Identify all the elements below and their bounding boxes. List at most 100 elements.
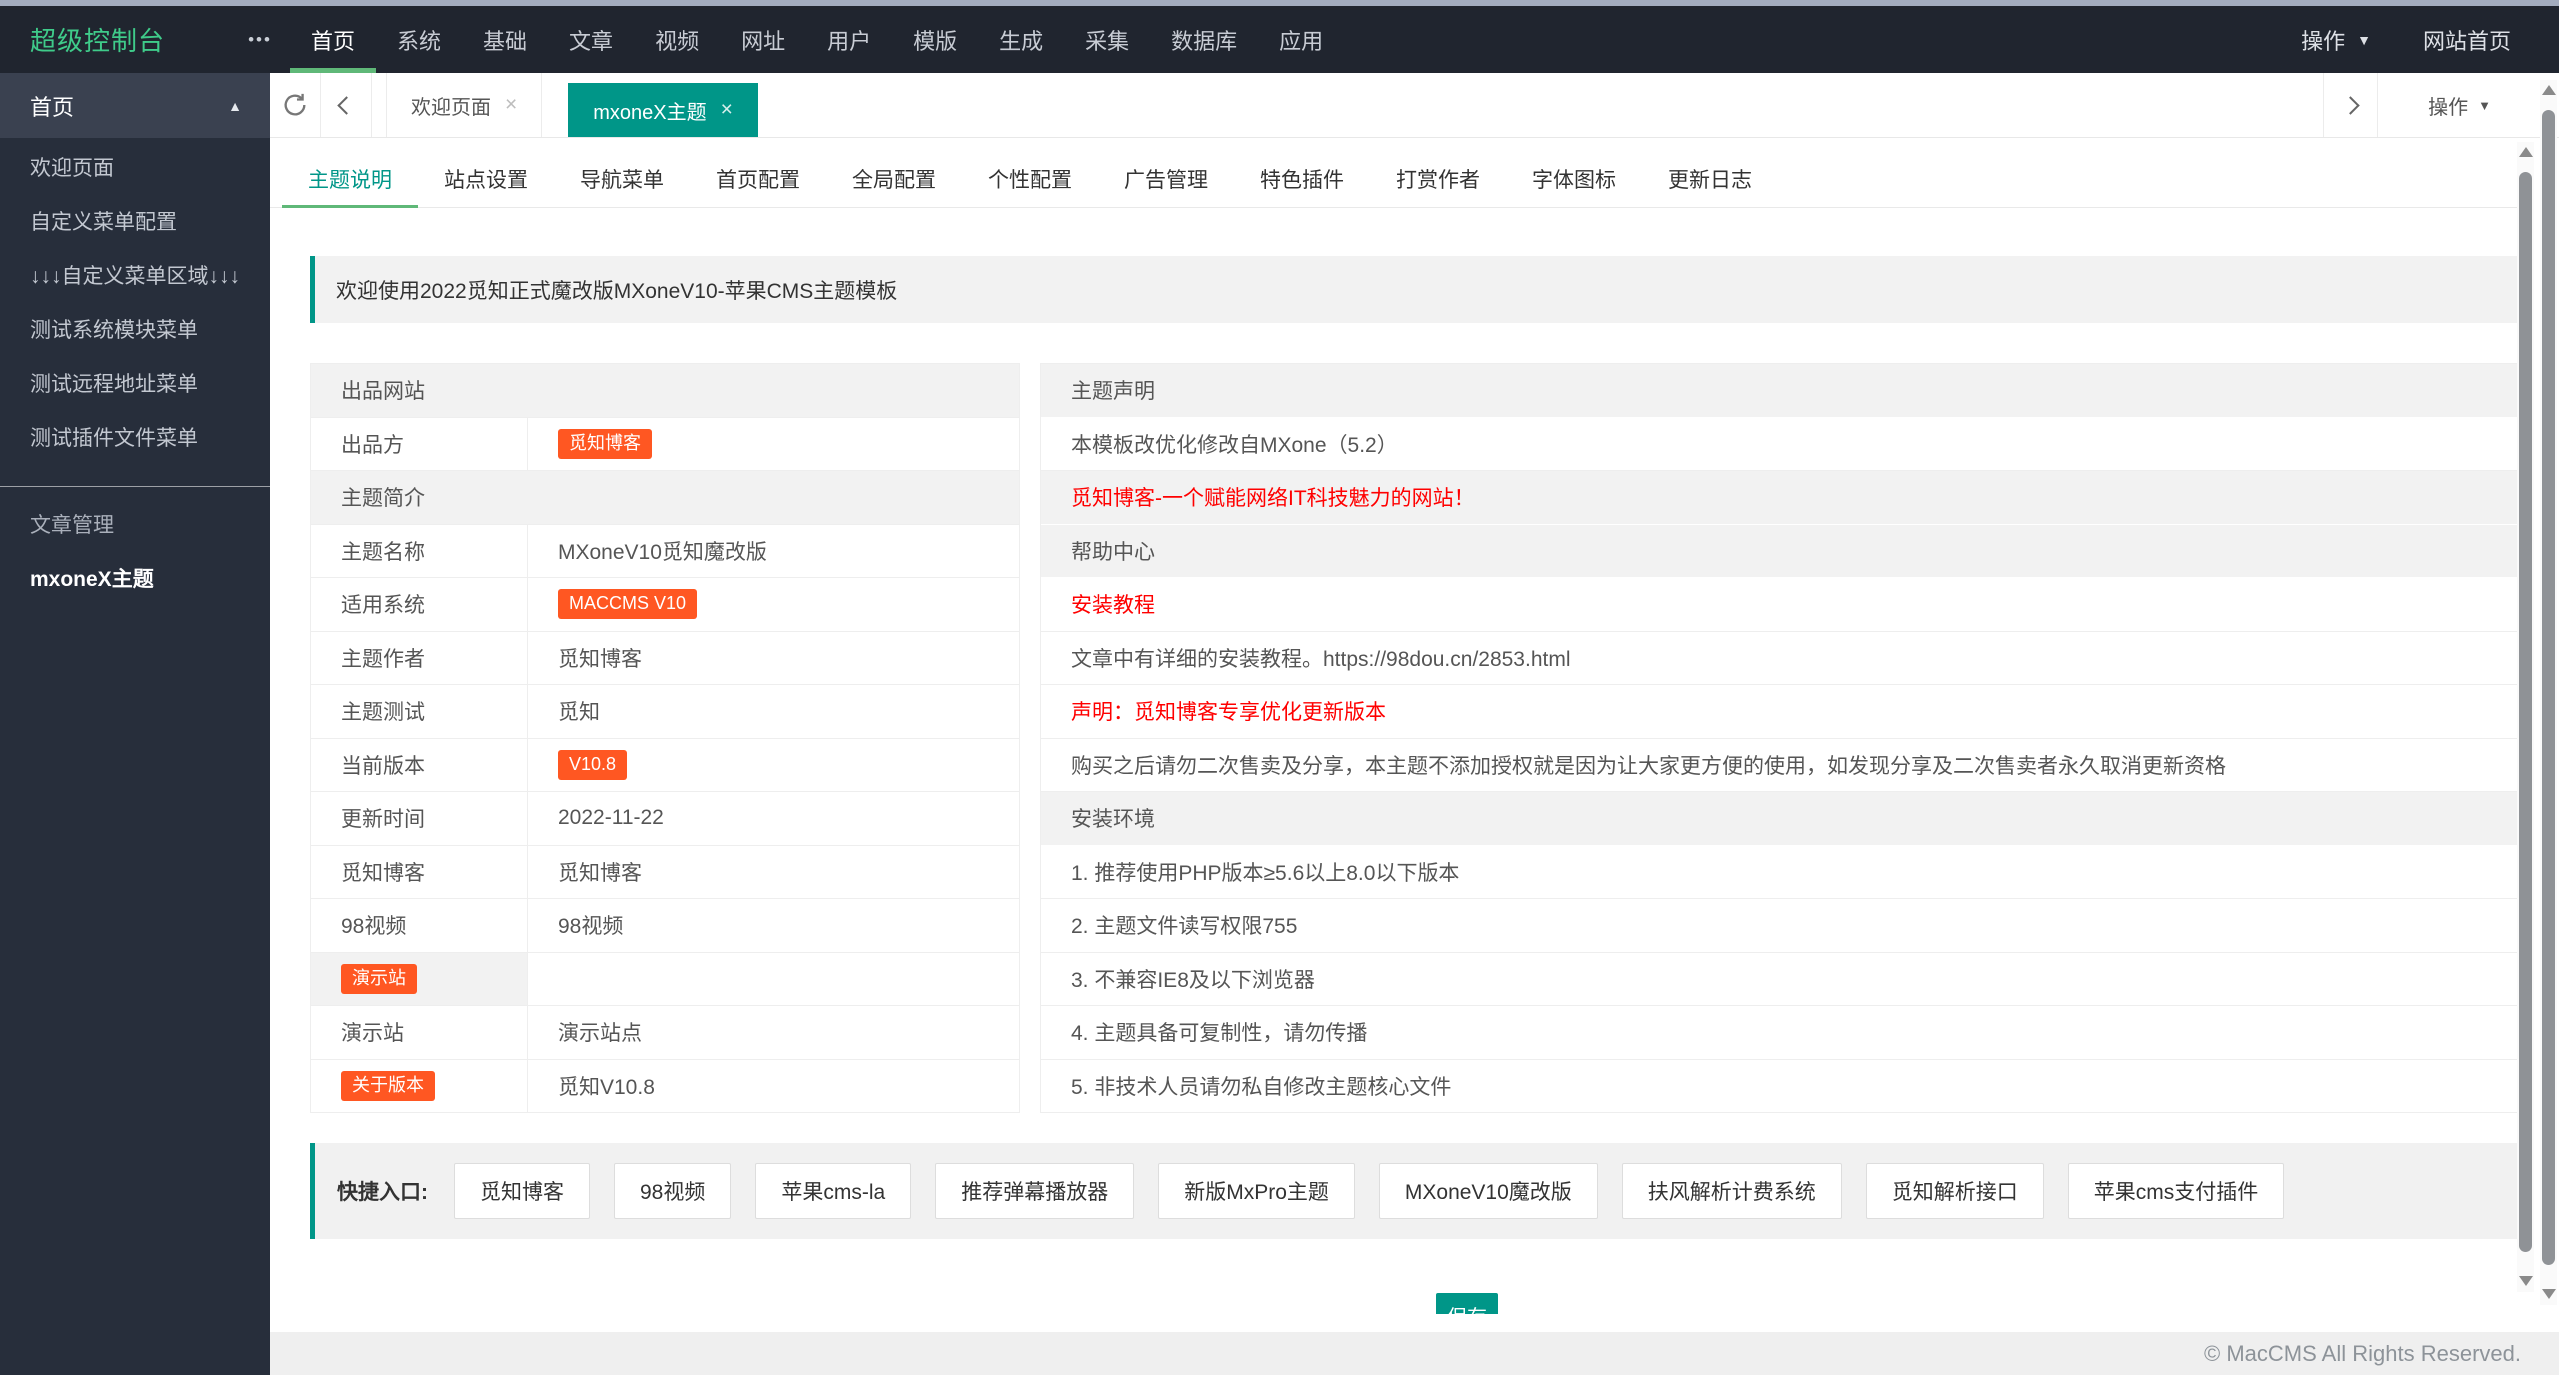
theme-config-tab[interactable]: 特色插件	[1234, 151, 1370, 207]
row-label: 觅知博客	[341, 861, 425, 885]
theme-config-tab[interactable]: 全局配置	[826, 151, 962, 207]
theme-config-tab[interactable]: 导航菜单	[554, 151, 690, 207]
row-value: V10.8	[558, 749, 628, 780]
topnav-item[interactable]: 文章	[548, 6, 634, 73]
topbar-right: 操作 ▼ 网站首页	[2301, 6, 2559, 73]
refresh-button[interactable]	[270, 73, 321, 137]
quick-link-button[interactable]: 推荐弹幕播放器	[935, 1163, 1135, 1219]
sidebar-section-home[interactable]: 首页 ▲	[0, 73, 270, 138]
row-value-cell: 觅知博客	[528, 846, 1019, 899]
app-brand[interactable]: 超级控制台	[0, 6, 230, 73]
scroll-up-arrow-icon[interactable]	[2518, 147, 2533, 157]
quick-link-button[interactable]: MXoneV10魔改版	[1378, 1163, 1598, 1219]
quick-link-button[interactable]: 新版MxPro主题	[1158, 1163, 1355, 1219]
table-row: 当前版本 V10.8	[311, 738, 1019, 792]
theme-config-tab[interactable]: 个性配置	[962, 151, 1098, 207]
inner-scrollbar-thumb[interactable]	[2519, 172, 2532, 1252]
note-text: 本模板改优化修改自MXone（5.2）	[1071, 433, 1398, 457]
row-label: 出品方	[341, 433, 404, 457]
more-menu-icon[interactable]: •••	[230, 6, 290, 73]
topnav-item[interactable]: 采集	[1064, 6, 1150, 73]
table-row: 2. 主题文件读写权限755	[1041, 899, 2519, 953]
table-row: 主题作者 觅知博客	[311, 631, 1019, 685]
scroll-down-arrow-icon[interactable]	[2519, 1276, 2533, 1286]
table-row: 主题声明	[1041, 364, 2519, 418]
outer-scrollbar[interactable]	[2540, 80, 2557, 1305]
theme-config-tab-label: 广告管理	[1124, 169, 1208, 192]
table-row: 98视频 98视频	[311, 899, 1019, 953]
table-row: 适用系统 MACCMS V10	[311, 578, 1019, 632]
topnav-item[interactable]: 系统	[376, 6, 462, 73]
quick-link-button[interactable]: 98视频	[614, 1163, 732, 1219]
quick-link-button[interactable]: 苹果cms支付插件	[2067, 1163, 2285, 1219]
quick-link-button[interactable]: 苹果cms-la	[755, 1163, 912, 1219]
quick-link-button[interactable]: 扶风解析计费系统	[1621, 1163, 1842, 1219]
row-label: 主题测试	[341, 701, 425, 725]
theme-config-tab[interactable]: 站点设置	[418, 151, 554, 207]
quick-links-section: 快捷入口: 觅知博客 98视频 苹果cms-la 推荐弹幕播放器 新版MxPro…	[310, 1143, 2520, 1239]
row-label: 主题简介	[341, 487, 425, 511]
row-label-cell: 主题测试	[311, 685, 528, 738]
table-row: 主题名称 MXoneV10觅知魔改版	[311, 524, 1019, 578]
sidebar-item[interactable]: 自定义菜单配置	[0, 194, 270, 248]
row-value-cell: 觅知V10.8	[528, 1060, 1019, 1113]
topnav-item[interactable]: 基础	[462, 6, 548, 73]
chevron-right-icon	[2341, 95, 2360, 115]
sidebar-item[interactable]: ↓↓↓自定义菜单区域↓↓↓	[0, 248, 270, 302]
tab-actions-dropdown[interactable]: 操作 ▼	[2378, 73, 2559, 137]
theme-notes-table: 主题声明 本模板改优化修改自MXone（5.2） 觅知博客-一个赋能网络IT科技…	[1040, 363, 2520, 1113]
table-row: 主题测试 觅知	[311, 685, 1019, 739]
close-icon[interactable]: ×	[505, 93, 517, 117]
sidebar-item[interactable]: 测试插件文件菜单	[0, 410, 270, 464]
topnav-item-label: 文章	[569, 28, 614, 54]
sidebar-item[interactable]: mxoneX主题	[0, 551, 270, 605]
topnav-item[interactable]: 首页	[290, 6, 377, 73]
topnav-item[interactable]: 用户	[806, 6, 892, 73]
row-value-cell: 觅知	[528, 685, 1019, 738]
topnav-item[interactable]: 生成	[978, 6, 1064, 73]
theme-config-tab[interactable]: 首页配置	[690, 151, 826, 207]
outer-scrollbar-thumb[interactable]	[2542, 110, 2555, 1265]
tab-actions-label: 操作	[2428, 96, 2469, 119]
topnav-item[interactable]: 应用	[1258, 6, 1344, 73]
scroll-up-arrow-icon[interactable]	[2541, 85, 2556, 95]
quick-link-button[interactable]: 觅知解析接口	[1865, 1163, 2044, 1219]
quick-link-button[interactable]: 觅知博客	[454, 1163, 590, 1219]
save-button[interactable]: 保存	[1436, 1293, 1498, 1314]
tabs-scroll-left-button[interactable]	[321, 73, 372, 137]
row-value-cell: MACCMS V10	[528, 578, 1019, 631]
sidebar-item[interactable]: 欢迎页面	[0, 140, 270, 194]
page-tab[interactable]: 欢迎页面 ×	[386, 73, 543, 137]
topnav-item-label: 数据库	[1171, 28, 1238, 54]
table-row: 声明：觅知博客专享优化更新版本	[1041, 685, 2519, 739]
note-text: 5. 非技术人员请勿私自修改主题核心文件	[1071, 1075, 1452, 1099]
theme-config-tab[interactable]: 广告管理	[1098, 151, 1234, 207]
topbar-action-dropdown[interactable]: 操作 ▼	[2301, 24, 2371, 56]
sidebar-item-label: 欢迎页面	[30, 157, 114, 180]
quick-link-label: 新版MxPro主题	[1184, 1181, 1329, 1204]
theme-config-tab[interactable]: 字体图标	[1506, 151, 1642, 207]
sidebar-item[interactable]: 文章管理	[0, 497, 270, 551]
close-icon[interactable]: ×	[721, 98, 733, 122]
chevron-left-icon	[336, 95, 356, 115]
theme-config-tab[interactable]: 打赏作者	[1370, 151, 1506, 207]
page-tab[interactable]: mxoneX主题 ×	[568, 83, 758, 137]
page-tab-label: 欢迎页面	[411, 96, 491, 119]
tabs-scroll-right-button[interactable]	[2323, 73, 2379, 137]
sidebar-item[interactable]: 测试系统模块菜单	[0, 302, 270, 356]
theme-config-tab[interactable]: 更新日志	[1642, 151, 1778, 207]
theme-config-tab[interactable]: 主题说明	[282, 151, 418, 208]
site-home-link[interactable]: 网站首页	[2423, 24, 2511, 56]
topnav-item[interactable]: 模版	[892, 6, 978, 73]
row-label-cell: 适用系统	[311, 578, 528, 631]
row-label: 当前版本	[341, 754, 425, 778]
theme-config-tab-label: 个性配置	[988, 169, 1072, 192]
sidebar-item[interactable]: 测试远程地址菜单	[0, 356, 270, 410]
row-value: MACCMS V10	[558, 589, 698, 620]
scroll-down-arrow-icon[interactable]	[2542, 1289, 2556, 1299]
topnav-item[interactable]: 视频	[634, 6, 720, 73]
topnav-item[interactable]: 网址	[720, 6, 806, 73]
inner-scrollbar[interactable]	[2517, 142, 2534, 1292]
topnav-item[interactable]: 数据库	[1150, 6, 1258, 73]
row-value: 98视频	[558, 915, 624, 939]
